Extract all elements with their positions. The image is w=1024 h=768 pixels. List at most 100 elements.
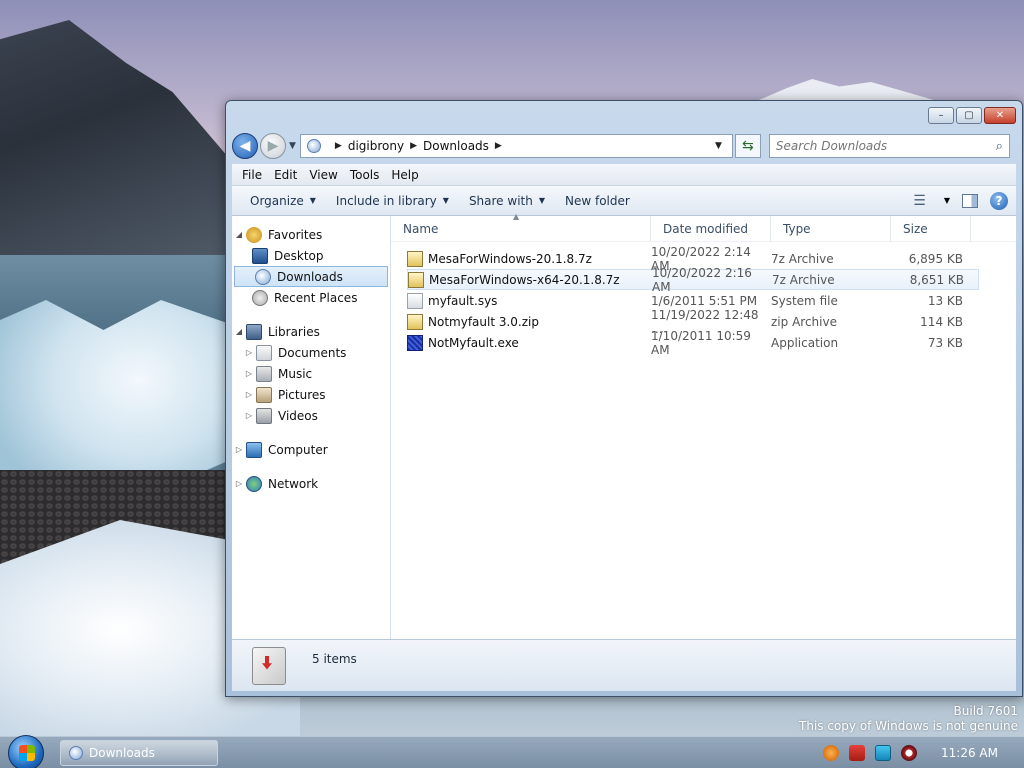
sort-ascending-icon: ▲ bbox=[513, 211, 520, 221]
breadcrumb-downloads[interactable]: Downloads bbox=[423, 139, 489, 153]
views-dropdown-icon[interactable]: ▼ bbox=[944, 196, 950, 205]
taskbar-button-downloads[interactable]: Downloads bbox=[60, 740, 218, 766]
include-in-library-button[interactable]: Include in library ▼ bbox=[326, 194, 459, 208]
nav-label: Documents bbox=[278, 345, 347, 360]
details-pane: 5 items bbox=[232, 639, 1016, 691]
nav-item-music[interactable]: ▷ Music bbox=[232, 363, 390, 384]
close-button[interactable]: ✕ bbox=[984, 107, 1016, 124]
pictures-icon bbox=[256, 386, 272, 403]
nav-item-network[interactable]: ▷ Network bbox=[232, 473, 390, 494]
expand-icon[interactable]: ▷ bbox=[242, 390, 256, 399]
breadcrumb-user[interactable]: digibrony bbox=[348, 139, 404, 153]
column-header-name[interactable]: ▲ Name bbox=[391, 212, 651, 242]
share-with-label: Share with bbox=[468, 193, 533, 208]
downloads-folder-large-icon bbox=[252, 646, 286, 685]
taskbar-button-label: Downloads bbox=[89, 746, 155, 760]
chevron-right-icon[interactable]: ▶ bbox=[495, 141, 502, 151]
chevron-right-icon[interactable]: ▶ bbox=[410, 141, 417, 151]
file-name: Notmyfault 3.0.zip bbox=[428, 314, 539, 329]
downloads-icon bbox=[255, 268, 271, 285]
nav-item-desktop[interactable]: Desktop bbox=[232, 245, 390, 266]
menu-file[interactable]: File bbox=[238, 168, 270, 182]
chevron-right-icon[interactable]: ▶ bbox=[335, 141, 342, 151]
file-size: 13 KB bbox=[927, 293, 963, 308]
menu-help[interactable]: Help bbox=[387, 168, 426, 182]
nav-label: Pictures bbox=[278, 387, 326, 402]
menu-view[interactable]: View bbox=[305, 168, 345, 182]
nav-label: Favorites bbox=[268, 227, 323, 242]
clock[interactable]: 11:26 AM bbox=[941, 746, 998, 760]
search-box[interactable]: ⌕ bbox=[768, 134, 1010, 158]
nav-label: Downloads bbox=[277, 269, 343, 284]
navigation-bar: ◀ ▶ ▼ ▶ digibrony ▶ Downloads ▶ ▼ ⇆ ⌕ bbox=[232, 131, 1016, 161]
file-row[interactable]: NotMyfault.exe 1/10/2011 10:59 AM Applic… bbox=[407, 329, 979, 357]
column-header-size[interactable]: Size bbox=[891, 215, 971, 242]
nav-item-libraries[interactable]: ◢ Libraries bbox=[232, 321, 390, 342]
nav-item-favorites[interactable]: ◢ Favorites bbox=[232, 224, 390, 245]
music-icon bbox=[256, 365, 272, 382]
menu-tools[interactable]: Tools bbox=[346, 168, 388, 182]
nav-label: Computer bbox=[268, 442, 328, 457]
file-rows: MesaForWindows-20.1.8.7z 10/20/2022 2:14… bbox=[391, 242, 1016, 357]
expand-icon[interactable]: ▷ bbox=[242, 411, 256, 420]
collapse-icon[interactable]: ◢ bbox=[232, 230, 246, 239]
nav-item-pictures[interactable]: ▷ Pictures bbox=[232, 384, 390, 405]
volume-icon[interactable] bbox=[901, 745, 918, 761]
caret-down-icon: ▼ bbox=[309, 196, 316, 205]
organize-button[interactable]: Organize ▼ bbox=[240, 194, 326, 208]
minimize-button[interactable]: – bbox=[928, 107, 954, 124]
share-with-button[interactable]: Share with ▼ bbox=[459, 194, 555, 208]
favorites-star-icon bbox=[246, 226, 262, 243]
action-center-flag-icon[interactable] bbox=[849, 745, 866, 761]
items-count: 5 items bbox=[312, 651, 357, 666]
column-header-type[interactable]: Type bbox=[771, 215, 891, 242]
windows-logo-icon bbox=[19, 745, 35, 761]
file-size: 8,651 KB bbox=[909, 272, 964, 287]
collapse-icon[interactable]: ◢ bbox=[232, 327, 246, 336]
taskbar: Downloads 11:26 AM bbox=[0, 735, 1024, 768]
caption-buttons: – ▢ ✕ bbox=[928, 107, 1016, 124]
file-size: 114 KB bbox=[920, 314, 963, 329]
nav-item-downloads[interactable]: Downloads bbox=[234, 266, 388, 287]
explorer-window: – ▢ ✕ ◀ ▶ ▼ ▶ digibrony ▶ Downloads ▶ ▼ … bbox=[225, 100, 1023, 697]
network-monitor-icon[interactable] bbox=[875, 745, 892, 761]
navigation-pane: ◢ Favorites Desktop Downloads Recent Pla… bbox=[232, 216, 391, 639]
nav-item-recent-places[interactable]: Recent Places bbox=[232, 287, 390, 308]
change-view-icon[interactable]: ☰ bbox=[913, 193, 926, 209]
expand-icon[interactable]: ▷ bbox=[242, 348, 256, 357]
nav-label: Recent Places bbox=[274, 290, 358, 305]
column-header-label: Name bbox=[403, 221, 439, 236]
zip-archive-icon bbox=[407, 313, 423, 330]
forward-button[interactable]: ▶ bbox=[260, 133, 286, 159]
refresh-button[interactable]: ⇆ bbox=[734, 134, 761, 158]
preview-pane-icon[interactable] bbox=[962, 193, 978, 208]
file-type: 7z Archive bbox=[772, 272, 835, 287]
maximize-button[interactable]: ▢ bbox=[956, 107, 982, 124]
help-button[interactable]: ? bbox=[990, 191, 1008, 210]
file-type: 7z Archive bbox=[771, 251, 834, 266]
recent-pages-dropdown-icon[interactable]: ▼ bbox=[289, 141, 296, 151]
start-button[interactable] bbox=[8, 735, 44, 768]
address-bar[interactable]: ▶ digibrony ▶ Downloads ▶ ▼ bbox=[299, 134, 733, 158]
file-date: 1/10/2011 10:59 AM bbox=[651, 328, 751, 357]
caret-down-icon: ▼ bbox=[442, 196, 449, 205]
search-tray-icon[interactable] bbox=[823, 745, 840, 761]
nav-item-documents[interactable]: ▷ Documents bbox=[232, 342, 390, 363]
expand-icon[interactable]: ▷ bbox=[232, 445, 246, 454]
desktop-mountain bbox=[0, 20, 230, 260]
search-icon[interactable]: ⌕ bbox=[996, 139, 1003, 154]
file-size: 6,895 KB bbox=[908, 251, 963, 266]
expand-icon[interactable]: ▷ bbox=[232, 479, 246, 488]
nav-item-videos[interactable]: ▷ Videos bbox=[232, 405, 390, 426]
nav-item-computer[interactable]: ▷ Computer bbox=[232, 439, 390, 460]
menu-edit[interactable]: Edit bbox=[270, 168, 305, 182]
new-folder-button[interactable]: New folder bbox=[555, 194, 640, 208]
address-dropdown-icon[interactable]: ▼ bbox=[715, 141, 722, 151]
back-button[interactable]: ◀ bbox=[232, 133, 258, 159]
column-header-date[interactable]: Date modified bbox=[651, 215, 771, 242]
file-type: zip Archive bbox=[771, 314, 837, 329]
file-row[interactable]: MesaForWindows-x64-20.1.8.7z 10/20/2022 … bbox=[407, 266, 979, 294]
column-headers: ▲ Name Date modified Type Size bbox=[391, 212, 1016, 242]
expand-icon[interactable]: ▷ bbox=[242, 369, 256, 378]
search-input[interactable] bbox=[775, 139, 996, 153]
